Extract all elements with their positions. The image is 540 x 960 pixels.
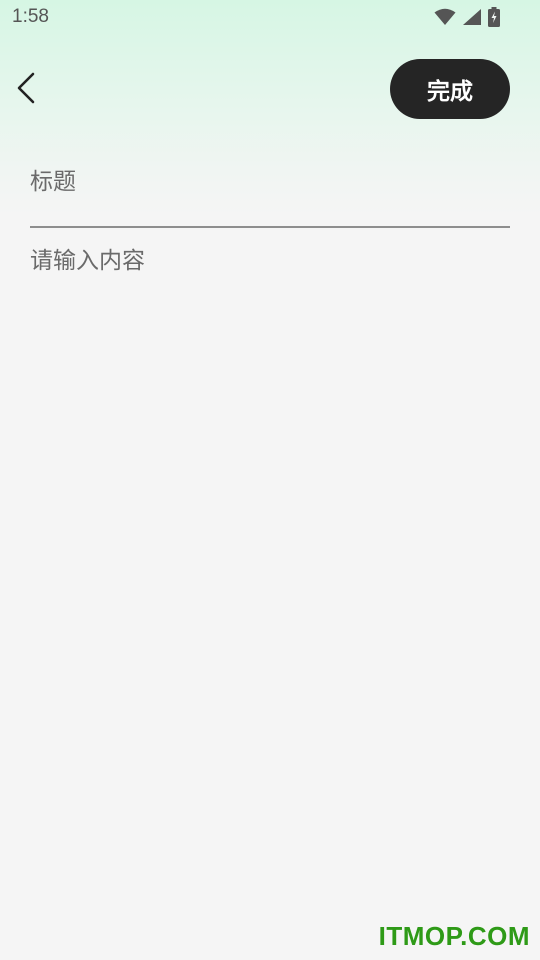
battery-charging-icon [488, 7, 500, 27]
status-bar: 1:58 [0, 0, 540, 36]
title-field [30, 150, 510, 228]
cellular-signal-icon [462, 8, 482, 26]
status-time: 1:58 [12, 6, 49, 27]
status-icons [434, 7, 500, 27]
back-button[interactable] [6, 68, 46, 112]
watermark-logo: ITMOP.COM [378, 921, 530, 951]
done-button[interactable]: 完成 [390, 59, 510, 119]
content-input[interactable] [30, 238, 510, 838]
title-input[interactable] [30, 162, 510, 202]
content-field [30, 238, 510, 838]
chevron-left-icon [14, 71, 38, 109]
wifi-icon [434, 8, 456, 26]
